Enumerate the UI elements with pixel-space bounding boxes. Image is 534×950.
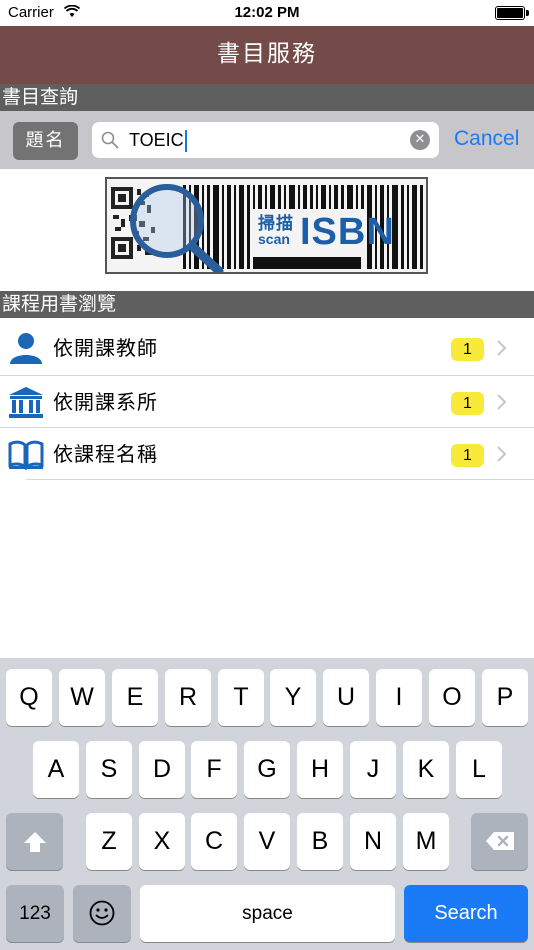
key-o[interactable]: O xyxy=(429,669,475,726)
list-item-by-department[interactable]: 依開課系所 1 xyxy=(0,376,534,428)
keyboard: Q W E R T Y U I O P A S D F G H J K L Z … xyxy=(0,658,534,950)
browse-section-header: 課程用書瀏覽 xyxy=(0,291,534,318)
page-title: 書目服務 xyxy=(217,41,317,67)
person-icon xyxy=(10,333,42,364)
search-icon xyxy=(101,131,119,149)
search-input[interactable]: TOEIC ✕ xyxy=(92,122,439,158)
key-t[interactable]: T xyxy=(218,669,264,726)
emoji-key[interactable] xyxy=(73,885,131,942)
key-s[interactable]: S xyxy=(86,741,132,798)
list-item-label: 依開課系所 xyxy=(53,390,158,414)
key-d[interactable]: D xyxy=(139,741,185,798)
key-y[interactable]: Y xyxy=(270,669,316,726)
space-key[interactable]: space xyxy=(140,885,395,942)
key-a[interactable]: A xyxy=(33,741,79,798)
emoji-icon xyxy=(89,900,115,926)
key-g[interactable]: G xyxy=(244,741,290,798)
key-u[interactable]: U xyxy=(323,669,369,726)
search-input-value[interactable]: TOEIC xyxy=(129,122,187,158)
search-key[interactable]: Search xyxy=(404,885,528,942)
backspace-icon xyxy=(485,832,514,850)
key-e[interactable]: E xyxy=(112,669,158,726)
key-v[interactable]: V xyxy=(244,813,290,870)
key-l[interactable]: L xyxy=(456,741,502,798)
numbers-key[interactable]: 123 xyxy=(6,885,64,942)
shift-icon xyxy=(23,832,46,852)
count-badge: 1 xyxy=(451,392,484,415)
key-x[interactable]: X xyxy=(139,813,185,870)
key-q[interactable]: Q xyxy=(6,669,52,726)
building-icon xyxy=(9,387,43,418)
key-w[interactable]: W xyxy=(59,669,105,726)
key-k[interactable]: K xyxy=(403,741,449,798)
clock: 12:02 PM xyxy=(234,4,300,21)
key-n[interactable]: N xyxy=(350,813,396,870)
key-f[interactable]: F xyxy=(191,741,237,798)
battery-icon xyxy=(495,6,529,20)
cancel-button[interactable]: Cancel xyxy=(454,127,519,151)
key-z[interactable]: Z xyxy=(86,813,132,870)
book-icon xyxy=(8,440,44,470)
search-section-title: 書目查詢 xyxy=(2,86,79,108)
scan-label-en: scan xyxy=(258,231,290,247)
nav-bar: 書目服務 xyxy=(0,26,534,84)
count-badge: 1 xyxy=(451,444,484,467)
search-scope-button[interactable]: 題名 xyxy=(13,122,78,160)
key-b[interactable]: B xyxy=(297,813,343,870)
delete-key[interactable] xyxy=(471,813,528,870)
key-i[interactable]: I xyxy=(376,669,422,726)
key-m[interactable]: M xyxy=(403,813,449,870)
key-j[interactable]: J xyxy=(350,741,396,798)
key-h[interactable]: H xyxy=(297,741,343,798)
browse-list: 依開課教師 1 依開課系所 1 依課程名稱 1 xyxy=(0,320,534,480)
scan-label-isbn: ISBN xyxy=(300,211,395,253)
clear-icon[interactable]: ✕ xyxy=(410,130,430,150)
count-badge: 1 xyxy=(451,338,484,361)
chevron-right-icon xyxy=(497,394,507,410)
status-bar: Carrier 12:02 PM xyxy=(0,0,534,26)
browse-section-title: 課程用書瀏覽 xyxy=(2,293,117,315)
key-c[interactable]: C xyxy=(191,813,237,870)
search-section-header: 書目查詢 xyxy=(0,84,534,111)
list-item-label: 依課程名稱 xyxy=(53,442,158,466)
chevron-right-icon xyxy=(497,446,507,462)
list-item-label: 依開課教師 xyxy=(53,336,158,360)
scan-isbn-button[interactable]: 掃描 scan ISBN xyxy=(105,177,428,274)
shift-key[interactable] xyxy=(6,813,63,870)
search-bar: 題名 TOEIC ✕ Cancel xyxy=(0,111,534,169)
text-caret xyxy=(184,130,187,153)
list-item-by-teacher[interactable]: 依開課教師 1 xyxy=(0,320,534,376)
chevron-right-icon xyxy=(497,340,507,356)
list-item-by-course-name[interactable]: 依課程名稱 1 xyxy=(0,428,534,480)
key-r[interactable]: R xyxy=(165,669,211,726)
key-p[interactable]: P xyxy=(482,669,528,726)
